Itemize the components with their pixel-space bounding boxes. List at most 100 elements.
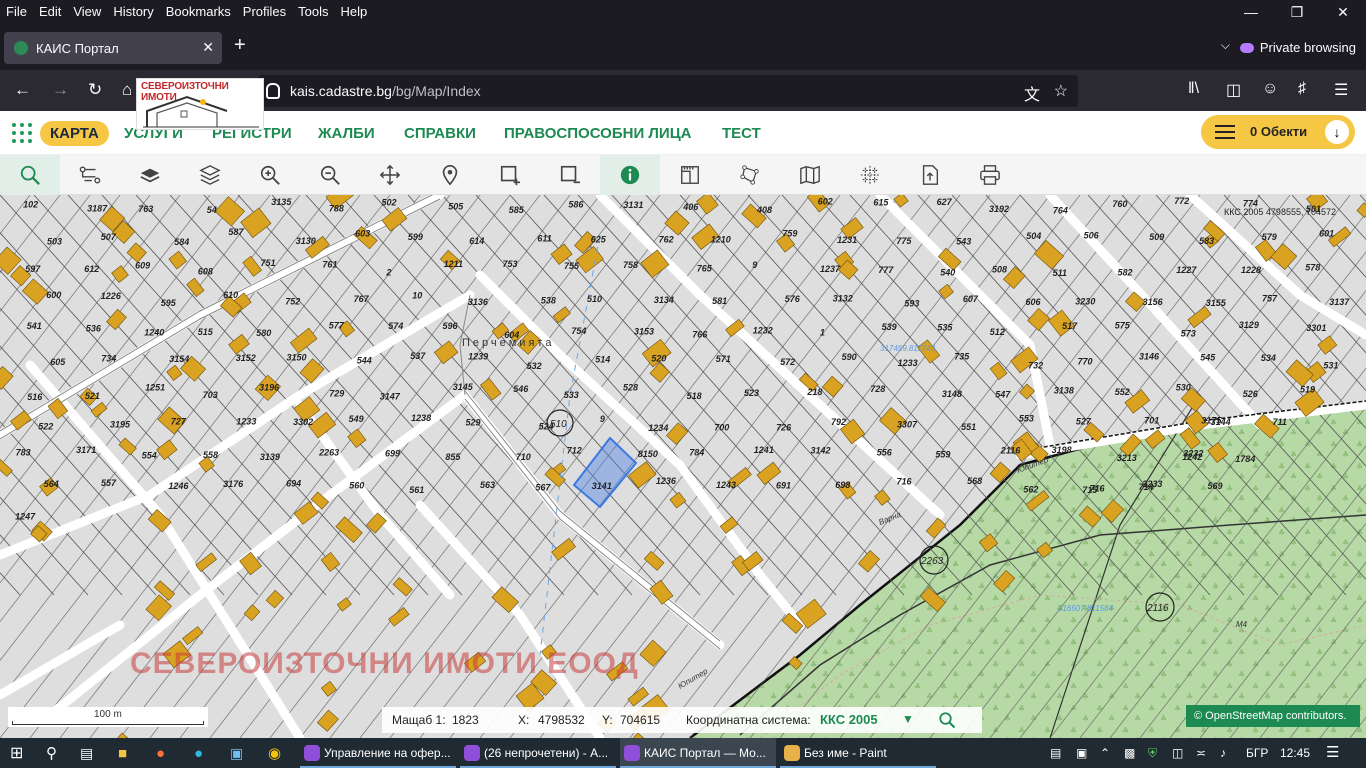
parcel-number: 3138 [1054,385,1074,395]
nav-references[interactable]: СПРАВКИ [404,125,476,142]
menu-edit[interactable]: Edit [33,0,67,24]
translate-icon[interactable]: 文 [1024,81,1040,105]
nav-map-button[interactable]: КАРТА [40,121,109,146]
measure-tool[interactable] [660,155,720,195]
parcel-number: 516 [27,392,43,402]
clock[interactable]: 12:45 [1280,738,1310,768]
url-bar[interactable]: kais.cadastre.bg/bg/Map/Index 文 ☆ [258,75,1078,107]
selected-parcel-3138[interactable] [572,436,638,509]
parcel-number: 1227 [1176,265,1197,275]
reload-icon[interactable]: ↻ [88,80,102,100]
new-tab-icon[interactable]: + [234,34,246,57]
wifi-icon[interactable]: ≍ [1196,738,1206,768]
firefox-icon[interactable]: ● [156,738,165,768]
battery-icon[interactable]: ◫ [1172,738,1183,768]
minimize-icon[interactable]: — [1228,0,1274,24]
menu-bookmarks[interactable]: Bookmarks [160,0,237,24]
coordinate-search-icon[interactable] [938,711,956,729]
parcel-number: 729 [329,389,344,399]
tab-close-icon[interactable]: ✕ [202,39,214,56]
cadastral-map[interactable]: ♣ ♣ [0,195,1366,738]
tray-app-icon[interactable]: ▣ [1076,738,1087,768]
apps-grid-icon[interactable] [12,123,32,143]
menu-profiles[interactable]: Profiles [237,0,292,24]
taskbar-app-paint[interactable]: Без име - Paint [780,738,936,768]
menu-view[interactable]: View [67,0,107,24]
location-tool[interactable] [420,155,480,195]
coordinate-system-select[interactable]: ККС 2005 [820,712,878,727]
parcel-number: 599 [408,232,423,242]
parcel-number: 710 [516,452,531,462]
extensions-icon[interactable]: ♯ [1298,80,1306,98]
language-indicator[interactable]: БГР [1246,738,1268,768]
library-icon[interactable]: ‖\ [1188,80,1199,98]
parcel-number: 605 [50,357,66,367]
sidebar-icon[interactable]: ◫ [1226,80,1241,100]
menu-help[interactable]: Help [335,0,374,24]
volume-icon[interactable]: ♪ [1220,738,1226,768]
coordinates-tool[interactable] [840,155,900,195]
tray-chevron-icon[interactable]: ⌃ [1100,738,1110,768]
map-view-tool[interactable] [780,155,840,195]
deselect-area-tool[interactable] [540,155,600,195]
parcel-number: 601 [1319,229,1334,239]
parcel-number: 534 [1261,353,1276,363]
search-tool[interactable] [0,155,60,195]
file-explorer-icon[interactable]: ■ [118,738,127,768]
base-layers-tool[interactable] [120,155,180,195]
route-tool[interactable] [60,155,120,195]
nav-complaints[interactable]: ЖАЛБИ [318,125,375,142]
osm-attribution[interactable]: © OpenStreetMap contributors. [1186,705,1360,727]
menu-tools[interactable]: Tools [292,0,334,24]
nav-licensed-persons[interactable]: ПРАВОСПОСОБНИ ЛИЦА [504,125,692,142]
tab-list-chevron-icon[interactable]: ⌵ [1221,38,1230,53]
zoom-out-tool[interactable] [300,155,360,195]
taskbar-app-mail[interactable]: (26 непрочетени) - А... [460,738,616,768]
network-icon[interactable]: ▤ [1050,738,1061,768]
nav-test[interactable]: ТЕСТ [722,125,761,142]
edge-icon[interactable]: ● [194,738,203,768]
polygon-tool[interactable] [720,155,780,195]
objects-button[interactable]: 0 Обекти ↓ [1201,115,1355,149]
forward-icon[interactable]: → [52,80,69,100]
scale-line [12,721,204,725]
taskbar-search-icon[interactable]: ⚲ [46,738,57,768]
chrome-icon[interactable]: ◉ [268,738,281,768]
home-icon[interactable]: ⌂ [122,80,132,100]
pan-tool[interactable] [360,155,420,195]
tab-kais[interactable]: КАИС Портал ✕ [4,32,222,64]
select-area-tool[interactable] [480,155,540,195]
bookmark-star-icon[interactable]: ☆ [1054,81,1068,101]
building [0,366,14,390]
restore-icon[interactable]: ❐ [1274,0,1320,24]
parcel-number: 757 [1262,294,1278,304]
windows-start-icon[interactable]: ⊞ [10,738,23,768]
notifications-icon[interactable]: ☰ [1326,738,1339,768]
building [552,306,571,324]
taskbar-app-kais[interactable]: КАИС Портал — Мо... [620,738,776,768]
info-tool[interactable] [600,155,660,195]
taskbar-app-offers[interactable]: Управление на офер... [300,738,456,768]
parcel-number: 701 [1144,416,1159,426]
menu-file[interactable]: File [0,0,33,24]
task-view-icon[interactable]: ▤ [80,738,93,768]
taskbar-app-label: (26 непрочетени) - А... [484,746,609,760]
account-icon[interactable]: ☺ [1262,80,1278,98]
parcel-number: 519 [1300,385,1315,395]
print-tool[interactable] [960,155,1020,195]
close-window-icon[interactable]: ✕ [1320,0,1366,24]
tray-display-icon[interactable]: ▩ [1124,738,1135,768]
dropdown-caret-icon[interactable]: ▼ [902,712,914,726]
back-icon[interactable]: ← [14,80,31,100]
app-menu-icon[interactable]: ☰ [1334,80,1348,100]
lock-icon[interactable] [266,83,280,99]
parcel-number: 716 [897,477,913,487]
parcel-number: 218 [806,387,822,397]
menu-history[interactable]: History [107,0,159,24]
app-icon[interactable]: ▣ [230,738,243,768]
zoom-in-tool[interactable] [240,155,300,195]
export-tool[interactable] [900,155,960,195]
layers-tool[interactable] [180,155,240,195]
parcel-number: 406 [682,202,699,212]
security-shield-icon[interactable]: ⛨ [1148,738,1157,768]
